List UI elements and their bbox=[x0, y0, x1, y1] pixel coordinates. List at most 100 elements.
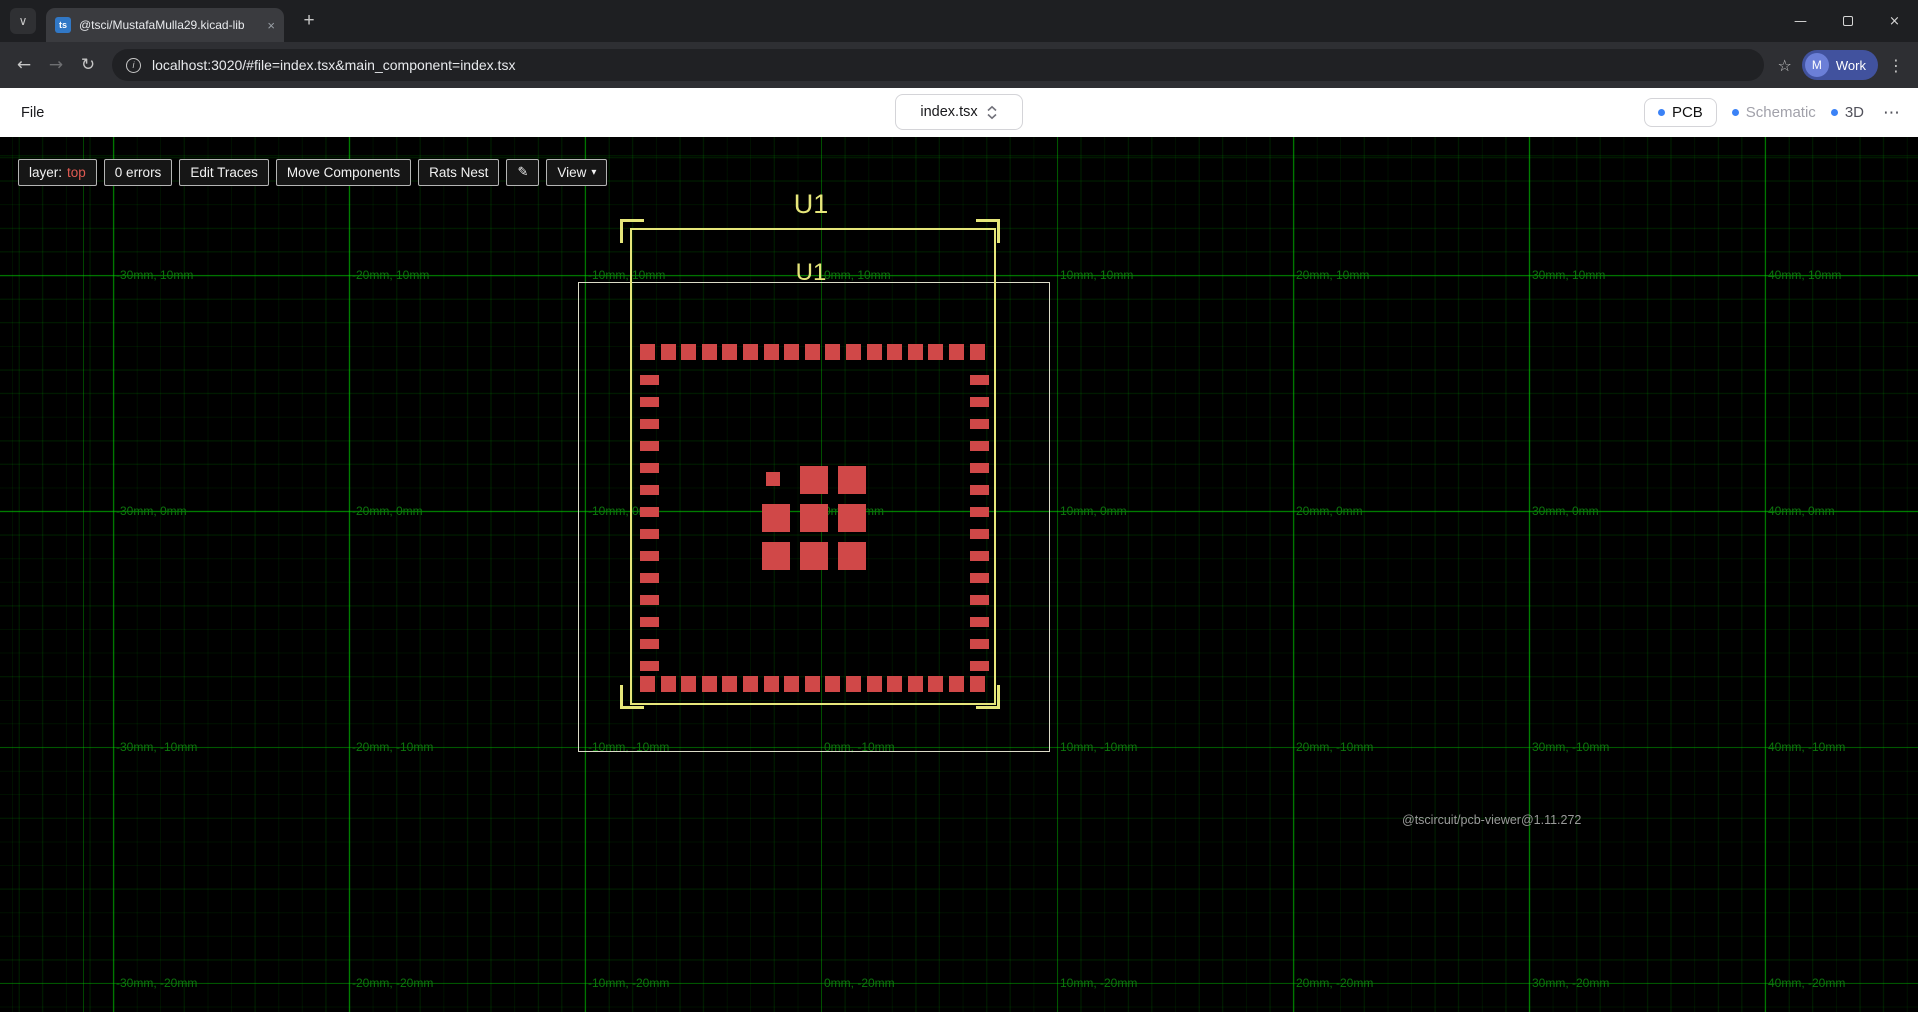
smd-pad-left[interactable] bbox=[640, 529, 659, 539]
smd-pad-top[interactable] bbox=[928, 344, 943, 360]
smd-pad-left[interactable] bbox=[640, 485, 659, 495]
errors-button[interactable]: 0 errors bbox=[104, 159, 173, 186]
smd-pad-right[interactable] bbox=[970, 419, 989, 429]
smd-pad-top[interactable] bbox=[702, 344, 717, 360]
smd-pad-top[interactable] bbox=[949, 344, 964, 360]
tab-3d[interactable]: 3D bbox=[1831, 104, 1864, 121]
smd-pad-bottom[interactable] bbox=[887, 676, 902, 692]
smd-pad-right[interactable] bbox=[970, 595, 989, 605]
smd-pad-left[interactable] bbox=[640, 595, 659, 605]
smd-pad-right[interactable] bbox=[970, 617, 989, 627]
smd-pad-bottom[interactable] bbox=[661, 676, 676, 692]
smd-pad-top[interactable] bbox=[722, 344, 737, 360]
rats-nest-button[interactable]: Rats Nest bbox=[418, 159, 499, 186]
forward-button[interactable]: → bbox=[40, 49, 72, 81]
smd-pad-left[interactable] bbox=[640, 419, 659, 429]
smd-pad-bottom[interactable] bbox=[702, 676, 717, 692]
smd-pad-left[interactable] bbox=[640, 441, 659, 451]
smd-pad-left[interactable] bbox=[640, 463, 659, 473]
smd-pad-center[interactable] bbox=[838, 466, 866, 494]
smd-pad-center[interactable] bbox=[838, 542, 866, 570]
bookmark-star-icon[interactable]: ☆ bbox=[1778, 56, 1792, 75]
tab-close-icon[interactable]: × bbox=[267, 18, 275, 33]
smd-pad-top[interactable] bbox=[743, 344, 758, 360]
close-button[interactable]: × bbox=[1871, 0, 1918, 42]
site-info-icon[interactable]: i bbox=[126, 58, 141, 73]
reload-button[interactable]: ↻ bbox=[72, 49, 104, 81]
smd-pad-center-small[interactable] bbox=[766, 472, 780, 486]
smd-pad-center[interactable] bbox=[762, 542, 790, 570]
pcb-canvas[interactable]: layer: top 0 errors Edit Traces Move Com… bbox=[0, 137, 1918, 1012]
maximize-button[interactable] bbox=[1824, 0, 1871, 42]
smd-pad-center[interactable] bbox=[762, 504, 790, 532]
profile-chip[interactable]: M Work bbox=[1802, 50, 1878, 80]
smd-pad-right[interactable] bbox=[970, 551, 989, 561]
smd-pad-top[interactable] bbox=[805, 344, 820, 360]
new-tab-button[interactable]: + bbox=[296, 10, 322, 32]
smd-pad-right[interactable] bbox=[970, 573, 989, 583]
smd-pad-right[interactable] bbox=[970, 463, 989, 473]
smd-pad-center[interactable] bbox=[800, 542, 828, 570]
smd-pad-top[interactable] bbox=[681, 344, 696, 360]
tab-pcb[interactable]: PCB bbox=[1644, 98, 1717, 127]
smd-pad-left[interactable] bbox=[640, 639, 659, 649]
edit-button[interactable]: ✎ bbox=[506, 159, 539, 186]
smd-pad-top[interactable] bbox=[970, 344, 985, 360]
smd-pad-center[interactable] bbox=[838, 504, 866, 532]
smd-pad-left[interactable] bbox=[640, 573, 659, 583]
more-options-icon[interactable]: ⋯ bbox=[1879, 103, 1904, 123]
smd-pad-bottom[interactable] bbox=[722, 676, 737, 692]
smd-pad-top[interactable] bbox=[784, 344, 799, 360]
smd-pad-top[interactable] bbox=[887, 344, 902, 360]
smd-pad-top[interactable] bbox=[764, 344, 779, 360]
smd-pad-top[interactable] bbox=[661, 344, 676, 360]
minimize-button[interactable]: — bbox=[1777, 0, 1824, 42]
edit-traces-button[interactable]: Edit Traces bbox=[179, 159, 269, 186]
address-bar[interactable]: i localhost:3020/#file=index.tsx&main_co… bbox=[112, 49, 1764, 81]
smd-pad-bottom[interactable] bbox=[949, 676, 964, 692]
smd-pad-bottom[interactable] bbox=[970, 676, 985, 692]
smd-pad-bottom[interactable] bbox=[743, 676, 758, 692]
smd-pad-top[interactable] bbox=[825, 344, 840, 360]
smd-pad-left[interactable] bbox=[640, 397, 659, 407]
smd-pad-right[interactable] bbox=[970, 661, 989, 671]
smd-pad-bottom[interactable] bbox=[784, 676, 799, 692]
back-button[interactable]: ← bbox=[8, 49, 40, 81]
file-selector[interactable]: index.tsx bbox=[895, 94, 1023, 130]
view-dropdown-button[interactable]: View ▾ bbox=[546, 159, 607, 186]
smd-pad-right[interactable] bbox=[970, 485, 989, 495]
smd-pad-center[interactable] bbox=[800, 504, 828, 532]
smd-pad-right[interactable] bbox=[970, 507, 989, 517]
smd-pad-right[interactable] bbox=[970, 529, 989, 539]
tab-schematic[interactable]: Schematic bbox=[1732, 104, 1816, 121]
browser-tab[interactable]: ts @tsci/MustafaMulla29.kicad-lib × bbox=[46, 8, 284, 42]
smd-pad-right[interactable] bbox=[970, 375, 989, 385]
smd-pad-right[interactable] bbox=[970, 397, 989, 407]
smd-pad-bottom[interactable] bbox=[867, 676, 882, 692]
file-menu-button[interactable]: File bbox=[21, 105, 44, 121]
smd-pad-right[interactable] bbox=[970, 441, 989, 451]
move-components-button[interactable]: Move Components bbox=[276, 159, 411, 186]
smd-pad-left[interactable] bbox=[640, 661, 659, 671]
smd-pad-bottom[interactable] bbox=[825, 676, 840, 692]
smd-pad-bottom[interactable] bbox=[928, 676, 943, 692]
smd-pad-right[interactable] bbox=[970, 639, 989, 649]
smd-pad-bottom[interactable] bbox=[681, 676, 696, 692]
smd-pad-bottom[interactable] bbox=[846, 676, 861, 692]
smd-pad-left[interactable] bbox=[640, 617, 659, 627]
smd-pad-bottom[interactable] bbox=[764, 676, 779, 692]
smd-pad-left[interactable] bbox=[640, 507, 659, 517]
smd-pad-left[interactable] bbox=[640, 375, 659, 385]
smd-pad-bottom[interactable] bbox=[908, 676, 923, 692]
smd-pad-center[interactable] bbox=[800, 466, 828, 494]
smd-pad-top[interactable] bbox=[640, 344, 655, 360]
smd-pad-top[interactable] bbox=[846, 344, 861, 360]
layer-button[interactable]: layer: top bbox=[18, 159, 97, 186]
smd-pad-top[interactable] bbox=[908, 344, 923, 360]
smd-pad-top[interactable] bbox=[867, 344, 882, 360]
tab-search-button[interactable]: ∨ bbox=[10, 8, 36, 34]
smd-pad-bottom[interactable] bbox=[640, 676, 655, 692]
smd-pad-left[interactable] bbox=[640, 551, 659, 561]
smd-pad-bottom[interactable] bbox=[805, 676, 820, 692]
browser-menu-icon[interactable]: ⋮ bbox=[1882, 56, 1910, 75]
